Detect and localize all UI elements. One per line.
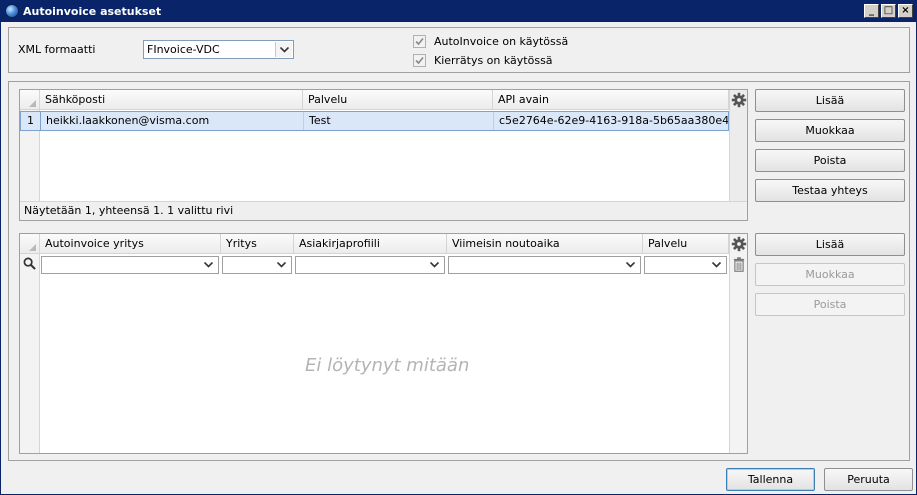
column-header-document-profile[interactable]: Asiakirjaprofiili [294, 234, 447, 254]
app-globe-icon [5, 4, 19, 18]
autoinvoice-enabled-checkbox[interactable] [413, 35, 426, 48]
xml-format-value: FInvoice-VDC [147, 43, 220, 56]
grid-corner [20, 90, 40, 110]
checkmark-icon [415, 37, 424, 46]
company-grid: Autoinvoice yritys Yritys Asiakirjaprofi… [19, 233, 748, 454]
filter-autoinvoice-company[interactable] [41, 256, 219, 274]
test-connection-button[interactable]: Testaa yhteys [755, 179, 905, 202]
autoinvoice-enabled-label: AutoInvoice on käytössä [434, 35, 569, 48]
cell-api-key[interactable]: c5e2764e-62e9-4163-918a-5b65aa380e46 [494, 112, 728, 130]
search-icon[interactable] [23, 257, 36, 270]
autoinvoice-settings-window: Autoinvoice asetukset _ □ × XML formaatt… [0, 0, 917, 495]
settings-panel: XML formaatti FInvoice-VDC AutoInvoice o… [8, 27, 910, 73]
column-header-service[interactable]: Palvelu [643, 234, 729, 254]
chevron-down-icon[interactable] [708, 258, 725, 272]
chevron-down-icon[interactable] [622, 258, 639, 272]
maximize-button[interactable]: □ [881, 4, 896, 18]
recycling-enabled-label: Kierrätys on käytössä [434, 54, 553, 67]
add-company-button[interactable]: Lisää [755, 233, 905, 256]
filter-last-fetch-time[interactable] [448, 256, 641, 274]
table-row[interactable]: 1 heikki.laakkonen@visma.com Test c5e276… [20, 111, 729, 131]
grid-status-footer: Näytetään 1, yhteensä 1. 1 valittu rivi [20, 201, 747, 220]
row-number: 1 [21, 112, 41, 130]
company-grid-header: Autoinvoice yritys Yritys Asiakirjaprofi… [20, 234, 729, 254]
chevron-down-icon[interactable] [426, 258, 443, 272]
xml-format-select[interactable]: FInvoice-VDC [143, 40, 294, 59]
email-grid: Sähköposti Palvelu API avain 1 heikki.la… [19, 89, 748, 221]
filter-document-profile[interactable] [295, 256, 445, 274]
cancel-button[interactable]: Peruuta [824, 468, 913, 491]
checkmark-icon [415, 56, 424, 65]
main-panel: Sähköposti Palvelu API avain 1 heikki.la… [8, 81, 910, 461]
xml-format-label: XML formaatti [18, 43, 96, 56]
close-button[interactable]: × [898, 4, 913, 18]
recycling-enabled-checkbox[interactable] [413, 54, 426, 67]
chevron-down-icon[interactable] [200, 258, 217, 272]
gear-icon[interactable] [731, 236, 747, 252]
window-title: Autoinvoice asetukset [23, 5, 162, 18]
title-bar[interactable]: Autoinvoice asetukset _ □ × [1, 1, 916, 22]
empty-state-message: Ei löytynyt mitään [305, 355, 470, 376]
chevron-down-icon[interactable] [273, 258, 290, 272]
column-header-api-key[interactable]: API avain [493, 90, 729, 110]
email-grid-header: Sähköposti Palvelu API avain [20, 90, 729, 110]
delete-email-button[interactable]: Poista [755, 149, 905, 172]
row-header-column [20, 254, 40, 453]
grid-settings-column [729, 234, 747, 453]
column-header-service[interactable]: Palvelu [303, 90, 493, 110]
grid-corner [20, 234, 40, 254]
trash-icon[interactable] [733, 257, 745, 272]
column-header-autoinvoice-company[interactable]: Autoinvoice yritys [40, 234, 221, 254]
chevron-down-icon[interactable] [275, 42, 292, 57]
filter-service[interactable] [644, 256, 727, 274]
gear-icon[interactable] [731, 92, 747, 108]
minimize-button[interactable]: _ [864, 4, 879, 18]
cell-email[interactable]: heikki.laakkonen@visma.com [41, 112, 304, 130]
column-header-last-fetch-time[interactable]: Viimeisin noutoaika [447, 234, 643, 254]
delete-company-button[interactable]: Poista [755, 293, 905, 316]
save-button[interactable]: Tallenna [726, 468, 815, 491]
column-header-company[interactable]: Yritys [221, 234, 294, 254]
add-email-button[interactable]: Lisää [755, 89, 905, 112]
edit-email-button[interactable]: Muokkaa [755, 119, 905, 142]
edit-company-button[interactable]: Muokkaa [755, 263, 905, 286]
filter-company[interactable] [222, 256, 292, 274]
column-header-email[interactable]: Sähköposti [40, 90, 303, 110]
grid-settings-column [729, 90, 747, 201]
cell-service[interactable]: Test [304, 112, 494, 130]
